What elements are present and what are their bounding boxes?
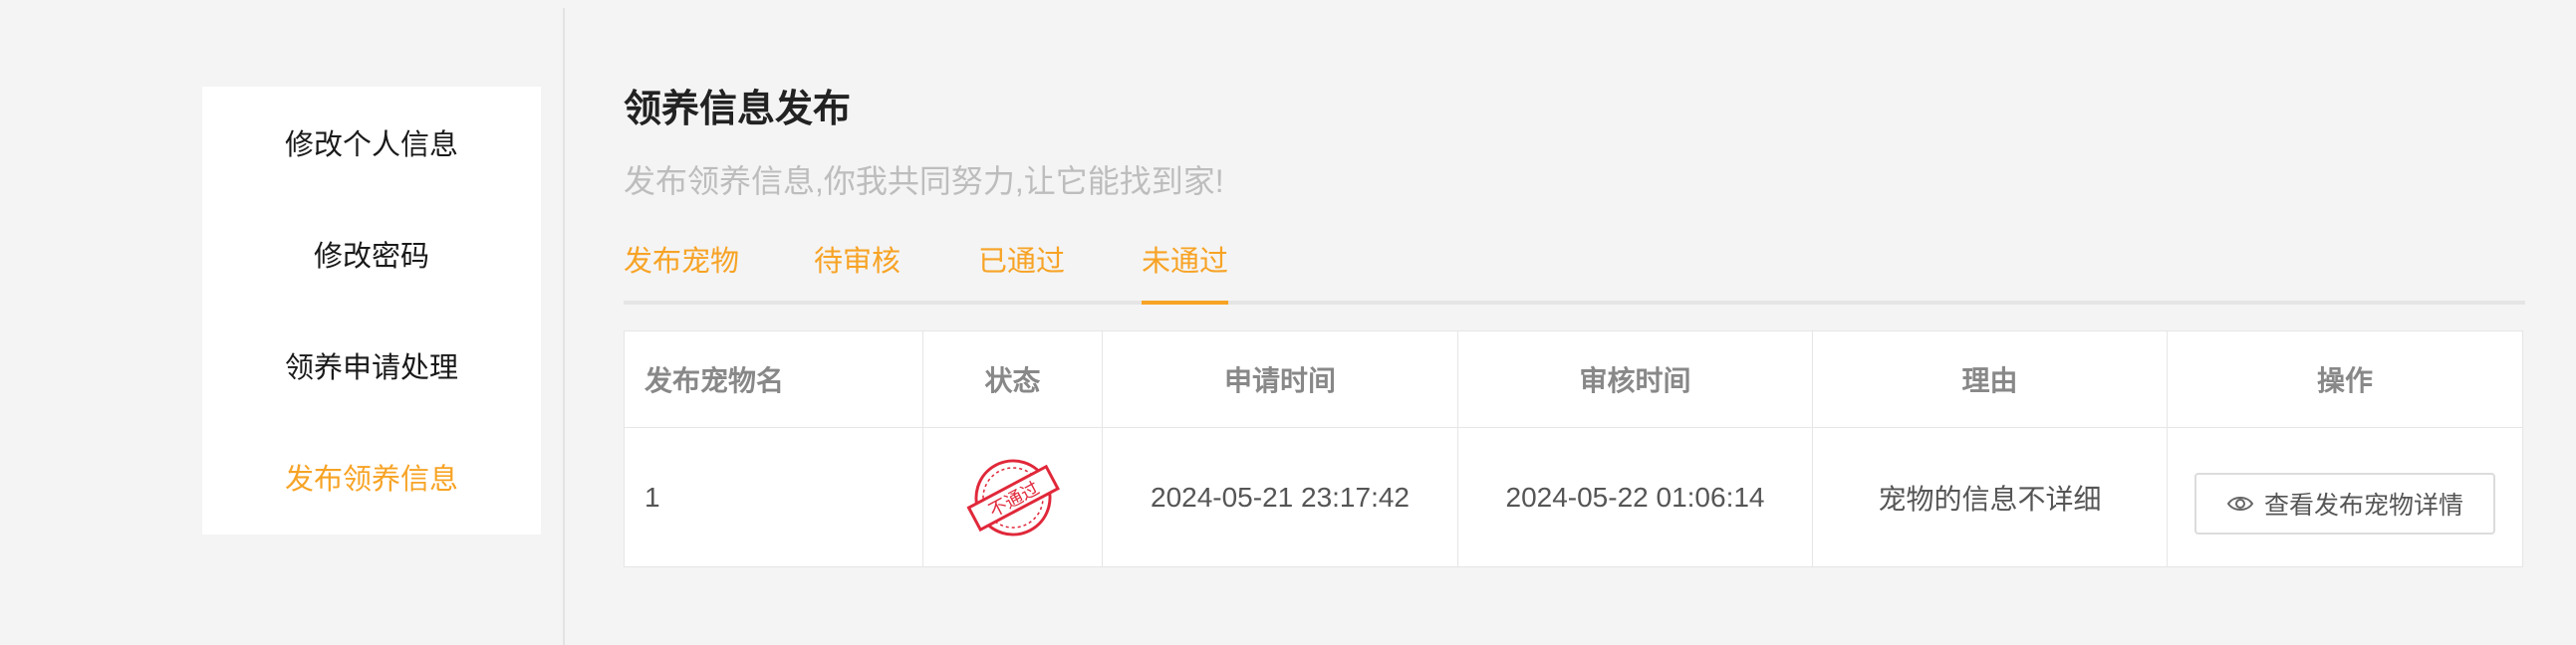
column-header-review-time: 审核时间 — [1458, 331, 1813, 427]
column-header-actions: 操作 — [2316, 365, 2373, 396]
sidebar-item-publish-adoption[interactable]: 发布领养信息 — [202, 421, 541, 533]
actions-cell: 查看发布宠物详情 — [2168, 428, 2522, 566]
sidebar-item-change-password[interactable]: 修改密码 — [202, 198, 541, 310]
column-header-apply-time: 申请时间 — [1103, 331, 1458, 427]
tab-bar: 发布宠物 待审核 已通过 未通过 — [624, 239, 2525, 305]
column-header-reason: 理由 — [1813, 331, 2168, 427]
tab-approved[interactable]: 已通过 — [978, 239, 1065, 301]
table-row: 1 不通过 2024-05-21 23:17:42 2024-05-22 01:… — [625, 428, 2522, 566]
column-header-pet-name: 发布宠物名 — [625, 331, 923, 427]
eye-icon — [2226, 496, 2254, 511]
tab-rejected[interactable]: 未通过 — [1142, 239, 1229, 305]
status-cell: 不通过 — [923, 428, 1103, 566]
app-page: 修改个人信息 修改密码 领养申请处理 发布领养信息 领养信息发布 发布领养信息,… — [0, 0, 2576, 645]
table-header-row: 发布宠物名 状态 申请时间 审核时间 理由 操作 — [625, 331, 2522, 428]
sidebar-item-adoption-requests[interactable]: 领养申请处理 — [202, 310, 541, 421]
page-title: 领养信息发布 — [624, 89, 852, 130]
view-pet-details-button[interactable]: 查看发布宠物详情 — [2193, 472, 2495, 535]
sidebar: 修改个人信息 修改密码 领养申请处理 发布领养信息 — [202, 87, 541, 535]
column-header-status: 状态 — [923, 331, 1103, 427]
reason-cell: 宠物的信息不详细 — [1813, 428, 2168, 566]
review-time-cell: 2024-05-22 01:06:14 — [1458, 428, 1813, 566]
results-table: 发布宠物名 状态 申请时间 审核时间 理由 操作 1 不通过 2024-05-2… — [624, 330, 2523, 567]
apply-time-cell: 2024-05-21 23:17:42 — [1103, 428, 1458, 566]
main-content: 领养信息发布 发布领养信息,你我共同努力,让它能找到家! 发布宠物 待审核 已通… — [624, 0, 2525, 645]
view-pet-details-label: 查看发布宠物详情 — [2263, 491, 2463, 520]
tab-pending-review[interactable]: 待审核 — [814, 239, 901, 301]
tab-publish-pet[interactable]: 发布宠物 — [624, 239, 739, 301]
sidebar-item-edit-profile[interactable]: 修改个人信息 — [202, 87, 541, 198]
vertical-divider — [563, 8, 565, 645]
pet-name-cell: 1 — [625, 428, 923, 566]
rejected-stamp-icon: 不通过 — [965, 459, 1060, 536]
page-subtitle: 发布领养信息,你我共同努力,让它能找到家! — [624, 163, 1224, 199]
